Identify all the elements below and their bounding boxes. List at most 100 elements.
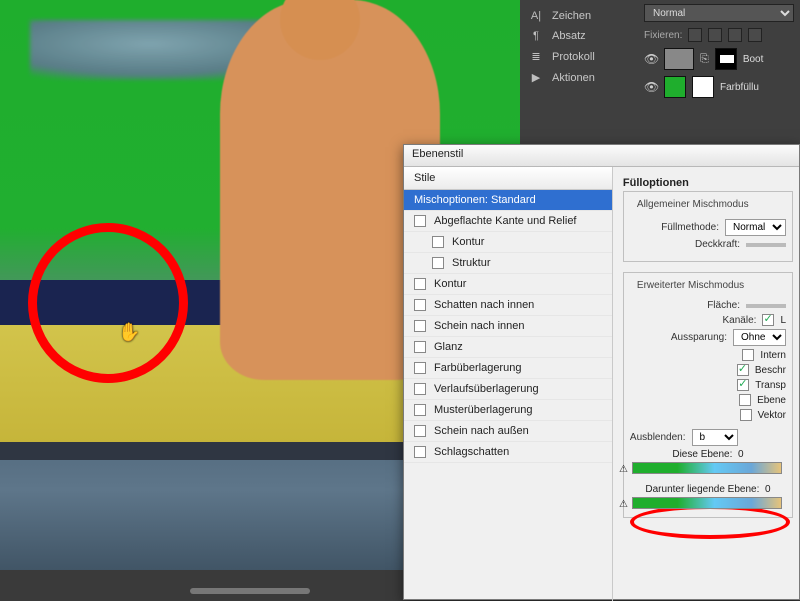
layer-mask-thumbnail[interactable]	[692, 76, 714, 98]
this-layer-gradient[interactable]: ⚠	[632, 462, 782, 474]
style-item-3[interactable]: Struktur	[404, 253, 612, 274]
style-checkbox[interactable]	[432, 236, 444, 248]
channel-l-checkbox[interactable]	[762, 314, 774, 326]
style-checkbox[interactable]	[414, 215, 426, 227]
style-checkbox[interactable]	[414, 425, 426, 437]
lock-label: Fixieren:	[644, 30, 682, 41]
style-checkbox[interactable]	[414, 278, 426, 290]
layer-mask-thumbnail[interactable]	[715, 48, 737, 70]
style-item-9[interactable]: Verlaufsüberlagerung	[404, 379, 612, 400]
actions-icon: ▶	[528, 71, 544, 84]
layer-row-boot[interactable]: 👁 ⎘ Boot	[644, 48, 794, 70]
style-item-5[interactable]: Schatten nach innen	[404, 295, 612, 316]
knockout-label: Aussparung:	[671, 332, 727, 343]
styles-header: Stile	[404, 167, 612, 190]
advanced-blend-legend: Erweiterter Mischmodus	[634, 280, 747, 291]
fill-color-chip[interactable]	[664, 76, 686, 98]
layer-name[interactable]: Boot	[743, 54, 764, 65]
style-checkbox[interactable]	[414, 341, 426, 353]
styles-list: Stile Mischoptionen: Standard Abgeflachte…	[404, 167, 613, 601]
style-label: Schlagschatten	[434, 446, 509, 458]
warning-icon: ⚠	[619, 464, 628, 475]
flag-label: Ebene	[757, 395, 786, 406]
panel-item-aktionen[interactable]: ▶ Aktionen	[528, 67, 622, 88]
history-icon: ≣	[528, 50, 544, 63]
style-checkbox[interactable]	[414, 446, 426, 458]
style-label: Kontur	[434, 278, 466, 290]
style-label: Struktur	[452, 257, 491, 269]
flag-checkbox-3[interactable]	[739, 394, 751, 406]
fill-options-title: Fülloptionen	[623, 177, 793, 189]
style-item-7[interactable]: Glanz	[404, 337, 612, 358]
horizontal-scrollbar[interactable]	[190, 588, 310, 594]
visibility-icon[interactable]: 👁	[644, 80, 658, 94]
under-layer-gradient[interactable]: ⚠	[632, 497, 782, 509]
style-label: Abgeflachte Kante und Relief	[434, 215, 577, 227]
style-item-2[interactable]: Kontur	[404, 232, 612, 253]
opacity-label: Deckkraft:	[695, 239, 740, 250]
style-checkbox[interactable]	[414, 383, 426, 395]
panel-label: Zeichen	[552, 10, 591, 22]
layer-name[interactable]: Farbfüllu	[720, 82, 759, 93]
fill-method-label: Füllmethode:	[661, 222, 719, 233]
knockout-select[interactable]: Ohne	[733, 329, 786, 346]
style-checkbox[interactable]	[432, 257, 444, 269]
style-label: Schein nach außen	[434, 425, 529, 437]
this-layer-value: 0	[738, 449, 744, 460]
fill-slider[interactable]	[746, 304, 786, 308]
right-panels: A| Zeichen ¶ Absatz ≣ Protokoll ▶ Aktion…	[520, 0, 800, 150]
general-blend-group: Allgemeiner Mischmodus Füllmethode: Norm…	[623, 191, 793, 262]
channel-l-label: L	[780, 315, 786, 326]
general-blend-legend: Allgemeiner Mischmodus	[634, 199, 752, 210]
style-label: Verlaufsüberlagerung	[434, 383, 539, 395]
paragraph-icon: ¶	[528, 30, 544, 42]
fill-method-select[interactable]: Normal	[725, 219, 786, 236]
style-item-8[interactable]: Farbüberlagerung	[404, 358, 612, 379]
flag-checkbox-1[interactable]	[737, 364, 749, 376]
panel-item-zeichen[interactable]: A| Zeichen	[528, 6, 622, 26]
style-item-11[interactable]: Schein nach außen	[404, 421, 612, 442]
style-checkbox[interactable]	[414, 404, 426, 416]
surface-label: Fläche:	[707, 300, 740, 311]
panel-label: Aktionen	[552, 72, 595, 84]
lock-brush-icon[interactable]	[708, 28, 722, 42]
style-item-10[interactable]: Musterüberlagerung	[404, 400, 612, 421]
blend-if-select[interactable]: b	[692, 429, 738, 446]
style-checkbox[interactable]	[414, 320, 426, 332]
advanced-blend-group: Erweiterter Mischmodus Fläche: Kanäle: L…	[623, 272, 793, 518]
channels-label: Kanäle:	[723, 315, 757, 326]
style-label: Schein nach innen	[434, 320, 525, 332]
style-checkbox[interactable]	[414, 362, 426, 374]
flag-checkbox-0[interactable]	[742, 349, 754, 361]
layer-row-fill[interactable]: 👁 Farbfüllu	[644, 76, 794, 98]
style-item-1[interactable]: Abgeflachte Kante und Relief	[404, 211, 612, 232]
dialog-title[interactable]: Ebenenstil	[404, 145, 799, 167]
style-label: Musterüberlagerung	[434, 404, 532, 416]
visibility-icon[interactable]: 👁	[644, 52, 658, 66]
panel-item-absatz[interactable]: ¶ Absatz	[528, 26, 622, 46]
layer-blend-mode-select[interactable]: Normal	[644, 4, 794, 22]
lock-row: Fixieren:	[644, 28, 794, 42]
panel-label: Absatz	[552, 30, 586, 42]
this-layer-label: Diese Ebene:	[672, 449, 732, 460]
flag-label: Intern	[760, 350, 786, 361]
style-checkbox[interactable]	[414, 299, 426, 311]
style-item-12[interactable]: Schlagschatten	[404, 442, 612, 463]
lock-all-icon[interactable]	[748, 28, 762, 42]
flag-checkbox-2[interactable]	[737, 379, 749, 391]
lock-position-icon[interactable]	[728, 28, 742, 42]
panel-item-protokoll[interactable]: ≣ Protokoll	[528, 46, 622, 67]
style-item-6[interactable]: Schein nach innen	[404, 316, 612, 337]
lock-pixels-icon[interactable]	[688, 28, 702, 42]
link-icon: ⎘	[700, 53, 709, 66]
layer-style-dialog: Ebenenstil Stile Mischoptionen: Standard…	[403, 144, 800, 600]
style-label: Glanz	[434, 341, 463, 353]
panel-label: Protokoll	[552, 51, 595, 63]
flag-checkbox-4[interactable]	[740, 409, 752, 421]
style-label: Farbüberlagerung	[434, 362, 521, 374]
style-item-0[interactable]: Mischoptionen: Standard	[404, 190, 612, 211]
layer-thumbnail[interactable]	[664, 48, 694, 70]
layers-panel: Normal Fixieren: 👁 ⎘ Boot 👁 Farbfüllu	[638, 0, 800, 102]
style-item-4[interactable]: Kontur	[404, 274, 612, 295]
opacity-slider[interactable]	[746, 243, 786, 247]
